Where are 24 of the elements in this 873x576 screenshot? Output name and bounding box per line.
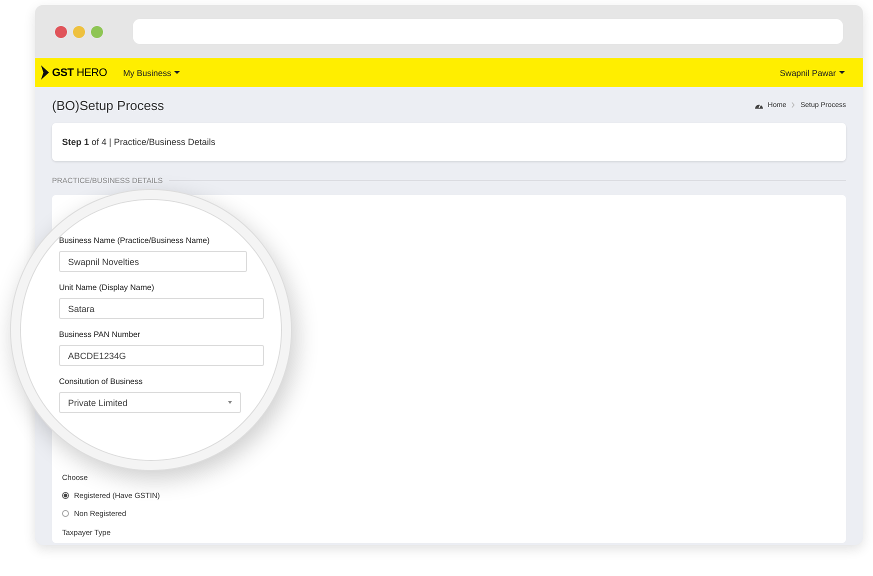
dashboard-icon [754, 102, 763, 108]
logo-mark-icon [41, 64, 49, 81]
chevron-icon [791, 102, 796, 108]
page-title: (BO)Setup Process [52, 98, 164, 112]
input-field[interactable]: ABCDE1234G [59, 345, 264, 366]
minimize-window-icon[interactable] [73, 26, 85, 38]
field-label: Unit Name (Display Name) [59, 283, 154, 292]
maximize-window-icon[interactable] [91, 26, 103, 38]
radio-button[interactable] [62, 510, 69, 516]
input-field[interactable]: Swapnil Novelties [59, 251, 247, 272]
close-window-icon[interactable] [55, 26, 67, 38]
radio-button[interactable] [62, 492, 69, 498]
field-label: Consitution of Business [59, 377, 143, 386]
field-label: Business Name (Practice/Business Name) [59, 236, 210, 245]
dropdown-caret-icon [228, 401, 232, 404]
nav-dropdown[interactable]: My Business [121, 64, 182, 82]
field-label: Business PAN Number [59, 330, 140, 339]
caret-icon [174, 71, 180, 74]
caret-icon [839, 71, 845, 74]
input-field[interactable]: Satara [59, 298, 264, 319]
step-indicator: Step 1 of 4 | Practice/Business Details [62, 137, 216, 147]
user-menu[interactable]: Swapnil Pawar [778, 64, 847, 82]
select-field[interactable]: Private Limited [59, 392, 241, 413]
logo[interactable]: GST HERO [52, 66, 108, 78]
